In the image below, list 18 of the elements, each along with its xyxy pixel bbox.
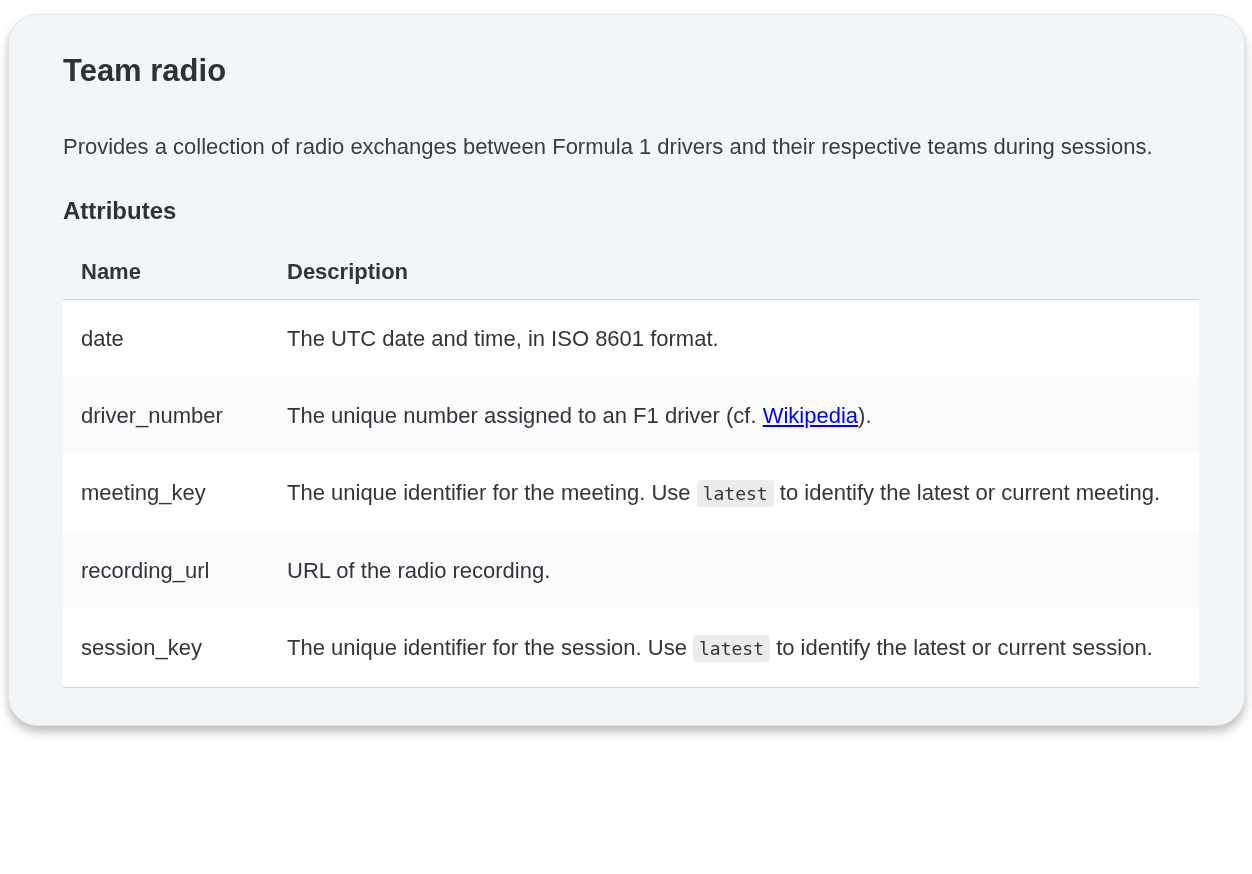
attribute-name-cell: session_key: [63, 609, 269, 688]
wikipedia-link[interactable]: Wikipedia: [762, 403, 859, 428]
attribute-description-cell: The UTC date and time, in ISO 8601 format.: [269, 299, 1199, 377]
attribute-name-cell: driver_number: [63, 377, 269, 454]
attribute-name-cell: date: [63, 299, 269, 377]
column-header: Description: [269, 247, 1199, 300]
attribute-description-cell: The unique number assigned to an F1 driver (cf. Wikipedia).: [269, 377, 1199, 454]
inline-code: latest: [696, 480, 774, 507]
attribute-description-cell: The unique identifier for the meeting. Use latest to identify the latest or current meeting.: [269, 454, 1199, 532]
attribute-name-cell: meeting_key: [63, 454, 269, 532]
inline-code: latest: [693, 635, 771, 662]
description-text: Provides a collection of radio exchanges between Formula 1 drivers and their respective teams during sessions.: [63, 133, 1154, 161]
section-heading: Attributes: [63, 197, 178, 225]
page-title: Team radio: [63, 53, 228, 89]
attribute-description-cell: URL of the radio recording.: [269, 532, 1199, 609]
attribute-name-cell: recording_url: [63, 532, 269, 609]
column-header: Name: [63, 247, 269, 300]
attribute-description-cell: The unique identifier for the session. Use latest to identify the latest or current session.: [269, 609, 1199, 688]
